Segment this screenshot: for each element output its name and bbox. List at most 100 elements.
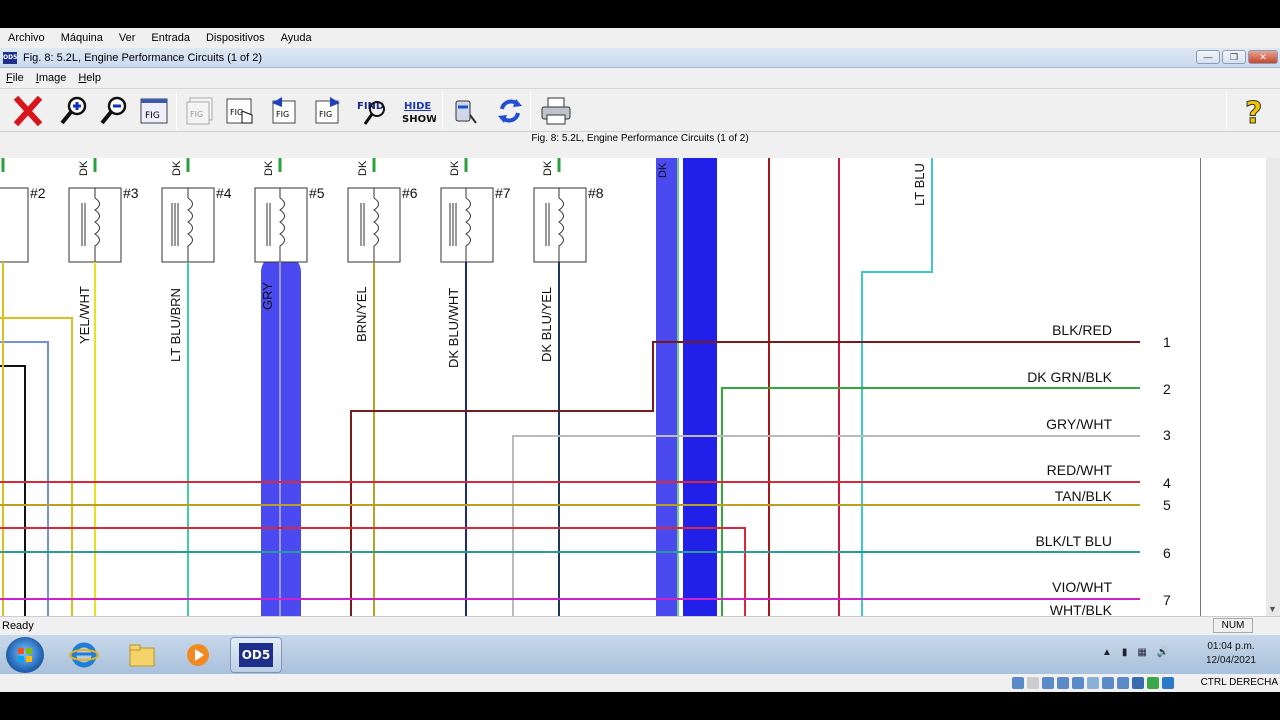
- vbox-audio-icon[interactable]: [1042, 677, 1054, 689]
- volume-icon[interactable]: 🔊: [1157, 647, 1169, 658]
- od5-app-icon: OD5: [239, 643, 273, 667]
- network-icon[interactable]: ▦: [1137, 647, 1146, 658]
- menu-file[interactable]: File: [0, 72, 30, 84]
- figure-icon: FIG: [140, 98, 168, 124]
- vbox-optical-icon[interactable]: [1027, 677, 1039, 689]
- right-margin-pane: [1200, 158, 1266, 616]
- vbox-menu-ver[interactable]: Ver: [111, 32, 144, 44]
- first-figure-button[interactable]: FIG: [182, 92, 218, 130]
- red-x-icon: [13, 96, 43, 126]
- folder-icon: [129, 644, 155, 667]
- vbox-harddisk-icon[interactable]: [1012, 677, 1024, 689]
- taskbar-ie[interactable]: [58, 637, 110, 673]
- minimize-button[interactable]: —: [1196, 50, 1220, 64]
- injector-number: #4: [216, 185, 232, 201]
- svg-text:FIG: FIG: [276, 110, 289, 119]
- vbox-shared-folder-icon[interactable]: [1087, 677, 1099, 689]
- window-controls: — ❐ ✕: [1196, 50, 1278, 64]
- close-button[interactable]: ✕: [1248, 50, 1278, 64]
- clock-time: 01:04 p.m.: [1207, 641, 1255, 652]
- next-figure-button[interactable]: FIG: [310, 92, 346, 130]
- stub-label: DK: [263, 160, 275, 176]
- window-titlebar: OD5 Fig. 8: 5.2L, Engine Performance Cir…: [0, 48, 1280, 68]
- windows-logo-icon: [18, 648, 32, 662]
- system-clock[interactable]: 01:04 p.m. 12/04/2021: [1206, 640, 1256, 668]
- zoom-in-icon: [60, 96, 87, 125]
- refresh-button[interactable]: [492, 92, 528, 130]
- toolbar-separator: [442, 93, 443, 129]
- menu-image[interactable]: Image: [30, 72, 73, 84]
- scroll-down-arrow-icon[interactable]: ▼: [1268, 604, 1277, 614]
- zoom-in-button[interactable]: [56, 92, 92, 130]
- internet-explorer-icon: [69, 642, 99, 668]
- stub-label: DK: [78, 160, 90, 176]
- vbox-menu-dispositivos[interactable]: Dispositivos: [198, 32, 273, 44]
- system-tray: ▲ ▮ ▦ 🔊: [1102, 647, 1169, 658]
- connector-wire-label: BLK/RED: [1052, 322, 1112, 338]
- connector-wire-label: WHT/BLK: [1050, 602, 1113, 616]
- zoom-out-icon: [100, 96, 127, 125]
- vbox-menu-ayuda[interactable]: Ayuda: [273, 32, 320, 44]
- status-bar: Ready NUM: [0, 616, 1280, 634]
- screen: Archivo Máquina Ver Entrada Dispositivos…: [0, 0, 1280, 720]
- connector-wire-label: RED/WHT: [1047, 462, 1113, 478]
- vbox-display-icon[interactable]: [1102, 677, 1114, 689]
- color-button[interactable]: [446, 92, 482, 130]
- find-button[interactable]: FIND: [354, 92, 390, 130]
- injector-number: #2: [30, 185, 46, 201]
- svg-text:HIDE: HIDE: [404, 101, 431, 112]
- select-figure-button[interactable]: FIG: [222, 92, 258, 130]
- exit-button[interactable]: [10, 92, 46, 130]
- vbox-menu-archivo[interactable]: Archivo: [0, 32, 53, 44]
- figure-prev-icon: FIG: [272, 97, 296, 124]
- media-player-icon: [187, 644, 209, 666]
- wire-label: DK BLU/YEL: [539, 287, 554, 362]
- wiring-diagram-canvas[interactable]: DK DK DK DK DK DK DK #2 #3 #4 #5 #6 #7 #…: [0, 158, 1200, 616]
- injector-2: [0, 187, 29, 263]
- svg-text:FIG: FIG: [319, 110, 332, 119]
- show-hidden-icons-icon[interactable]: ▲: [1102, 647, 1112, 658]
- maximize-button[interactable]: ❐: [1222, 50, 1246, 64]
- start-button[interactable]: [6, 637, 44, 673]
- taskbar-explorer[interactable]: [116, 637, 168, 673]
- menu-help[interactable]: Help: [72, 72, 107, 84]
- vbox-network-icon[interactable]: [1057, 677, 1069, 689]
- svg-text:FIG: FIG: [230, 108, 243, 117]
- battery-icon[interactable]: ▮: [1122, 647, 1128, 658]
- vbox-usb-icon[interactable]: [1072, 677, 1084, 689]
- wire-label: LT BLU: [912, 163, 927, 206]
- toolbar: FIG FIG FIG FIG FIG FIND HIDE SHOW ?: [0, 88, 1280, 132]
- vbox-menu-maquina[interactable]: Máquina: [53, 32, 111, 44]
- hide-show-button[interactable]: HIDE SHOW: [400, 92, 436, 130]
- connector-wire-label: BLK/LT BLU: [1035, 533, 1112, 549]
- hide-show-icon: HIDE SHOW: [402, 101, 436, 125]
- num-lock-indicator: NUM: [1213, 618, 1253, 633]
- vbox-menu-entrada[interactable]: Entrada: [143, 32, 198, 44]
- zoom-out-button[interactable]: [96, 92, 132, 130]
- wire-label: DK BLU/WHT: [446, 288, 461, 368]
- figure-stack-disabled-icon: FIG: [186, 97, 213, 125]
- figure-caption: Fig. 8: 5.2L, Engine Performance Circuit…: [531, 133, 749, 144]
- vbox-keyboard-icon[interactable]: [1162, 677, 1174, 689]
- stub-label: DK: [171, 160, 183, 176]
- help-button[interactable]: ?: [1236, 92, 1272, 130]
- svg-text:?: ?: [1245, 96, 1262, 127]
- toolbar-separator: [176, 93, 177, 129]
- svg-text:SHOW: SHOW: [402, 114, 436, 125]
- previous-figure-button[interactable]: FIG: [266, 92, 302, 130]
- connector-pin: 5: [1163, 497, 1171, 513]
- print-button[interactable]: [538, 92, 574, 130]
- taskbar-media-player[interactable]: [172, 637, 224, 673]
- fig-view-button[interactable]: FIG: [136, 92, 172, 130]
- clock-date: 12/04/2021: [1205, 655, 1256, 666]
- printer-icon: [541, 97, 571, 125]
- vbox-guest-icon[interactable]: [1147, 677, 1159, 689]
- vertical-scrollbar[interactable]: ▼: [1266, 158, 1280, 616]
- vbox-vt-icon[interactable]: [1132, 677, 1144, 689]
- connector-pin: 3: [1163, 427, 1171, 443]
- vbox-recording-icon[interactable]: [1117, 677, 1129, 689]
- stub-label: DK: [449, 160, 461, 176]
- taskbar-od5[interactable]: OD5: [230, 637, 282, 673]
- wire-label: GRY: [260, 282, 275, 310]
- find-icon: FIND: [357, 101, 385, 125]
